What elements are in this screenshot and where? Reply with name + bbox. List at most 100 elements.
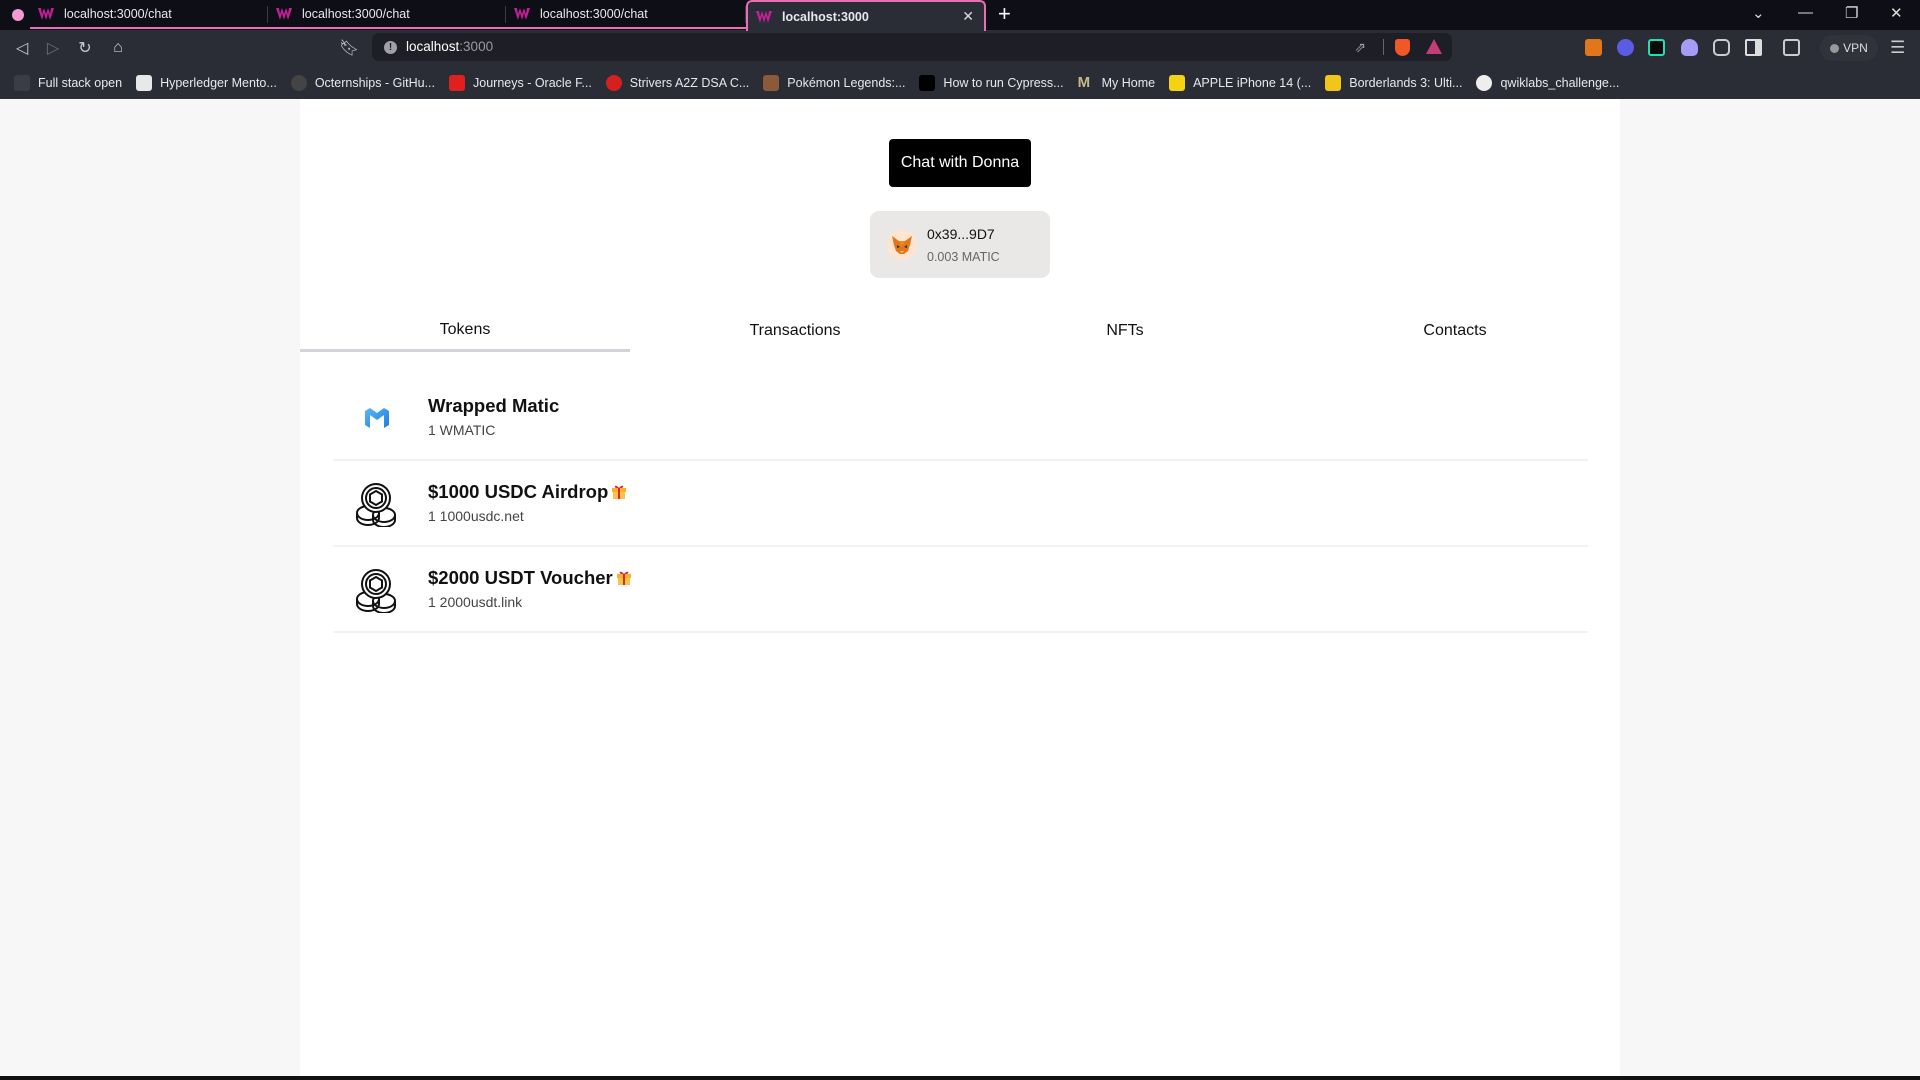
tab-search-chevron-icon[interactable]: ⌄ xyxy=(1752,4,1765,22)
bookmark-label: Journeys - Oracle F... xyxy=(473,75,592,90)
gift-icon xyxy=(616,568,632,585)
bookmark-item[interactable]: Pokémon Legends:... xyxy=(763,74,906,91)
tab-title: localhost:3000/chat xyxy=(64,6,172,21)
tab-title: localhost:3000/chat xyxy=(540,6,648,21)
menu-hamburger-icon[interactable]: ☰ xyxy=(1890,38,1905,58)
site-favicon-icon xyxy=(514,7,530,20)
token-row[interactable]: $2000 USDT Voucher 1 2000usdt.link xyxy=(333,547,1588,633)
divider xyxy=(1383,39,1384,55)
brave-rewards-icon[interactable] xyxy=(1426,39,1442,54)
token-row[interactable]: $1000 USDC Airdrop 1 1000usdc.net xyxy=(333,461,1588,547)
bookmark-label: Strivers A2Z DSA C... xyxy=(629,75,750,90)
reload-icon[interactable]: ↻ xyxy=(75,38,95,58)
tab-strip: localhost:3000/chat localhost:3000/chat … xyxy=(0,0,1920,31)
url-host: localhost xyxy=(406,39,460,54)
token-name: $1000 USDC Airdrop xyxy=(428,481,627,503)
token-amount: 1 1000usdc.net xyxy=(428,508,524,524)
back-icon[interactable]: ◁ xyxy=(12,38,32,58)
vpn-button[interactable]: VPN xyxy=(1820,35,1878,61)
tab-contacts[interactable]: Contacts xyxy=(1290,310,1620,352)
close-tab-icon[interactable]: ✕ xyxy=(962,8,974,25)
tab-transactions[interactable]: Transactions xyxy=(630,310,960,352)
bookmark-item[interactable]: Full stack open xyxy=(14,74,123,91)
bookmark-item[interactable]: M My Home xyxy=(1077,73,1156,91)
address-bar[interactable]: ! localhost:3000 ⇗ xyxy=(372,33,1452,61)
github-icon xyxy=(290,74,307,91)
browser-tab[interactable]: localhost:3000/chat xyxy=(30,0,268,29)
hyperledger-icon xyxy=(136,74,153,91)
bookmark-item[interactable]: Strivers A2Z DSA C... xyxy=(605,74,750,91)
token-amount: 1 2000usdt.link xyxy=(428,594,523,610)
bookmark-icon[interactable]: 🔖︎ xyxy=(339,38,359,58)
extension-gear-icon[interactable] xyxy=(1617,39,1634,56)
bookmark-label: qwiklabs_challenge... xyxy=(1500,75,1620,90)
bookmark-item[interactable]: Borderlands 3: Ulti... xyxy=(1325,74,1463,91)
token-name-text: $1000 USDC Airdrop xyxy=(428,481,609,502)
chat-with-donna-button[interactable]: Chat with Donna xyxy=(889,139,1031,187)
wallet-balance: 0.003 MATIC xyxy=(927,250,1000,264)
bookmark-label: My Home xyxy=(1101,75,1156,90)
token-row[interactable]: Wrapped Matic 1 WMATIC xyxy=(333,375,1588,461)
pokemon-icon xyxy=(763,74,780,91)
wallet-card[interactable]: 0x39...9D7 0.003 MATIC xyxy=(870,211,1050,278)
bookmark-item[interactable]: Journeys - Oracle F... xyxy=(449,74,592,91)
blank-icon xyxy=(14,74,30,91)
minimize-icon[interactable]: — xyxy=(1798,4,1813,21)
bookmark-item[interactable]: Octernships - GitHu... xyxy=(290,74,435,91)
wallet-icon[interactable] xyxy=(1783,39,1800,56)
site-favicon-icon xyxy=(756,10,772,23)
site-info-icon[interactable]: ! xyxy=(384,41,397,54)
bookmark-label: Pokémon Legends:... xyxy=(787,75,906,90)
share-icon[interactable]: ⇗ xyxy=(1354,39,1366,56)
token-name: $2000 USDT Voucher xyxy=(428,567,632,589)
browser-tab-active[interactable]: localhost:3000 ✕ xyxy=(746,0,986,31)
coins-stack-icon xyxy=(353,480,401,528)
window-close-icon[interactable]: ✕ xyxy=(1890,4,1903,22)
taskbar-edge xyxy=(0,1076,1920,1080)
token-list: Wrapped Matic 1 WMATIC $1000 USDC Airdro… xyxy=(333,375,1588,633)
coins-stack-icon xyxy=(353,566,401,614)
borderlands-icon xyxy=(1325,74,1342,91)
vpn-label: VPN xyxy=(1843,41,1868,55)
bookmark-label: APPLE iPhone 14 (... xyxy=(1193,75,1312,90)
browser-tab[interactable]: localhost:3000/chat xyxy=(506,0,746,29)
wallet-address: 0x39...9D7 xyxy=(927,226,995,242)
new-tab-button[interactable]: + xyxy=(998,2,1011,26)
gift-icon xyxy=(611,482,627,499)
home-icon[interactable]: ⌂ xyxy=(108,38,128,58)
bookmark-item[interactable]: qwiklabs_challenge... xyxy=(1476,74,1620,91)
phantom-extension-icon[interactable] xyxy=(1681,39,1698,56)
metamask-extension-icon[interactable] xyxy=(1585,39,1602,56)
bookmark-item[interactable]: How to run Cypress... xyxy=(919,74,1064,91)
bookmark-label: Borderlands 3: Ulti... xyxy=(1349,75,1463,90)
url-text: localhost:3000 xyxy=(406,39,493,54)
profile-indicator-icon xyxy=(12,9,24,21)
token-name: Wrapped Matic xyxy=(428,395,560,416)
browser-tab[interactable]: localhost:3000/chat xyxy=(268,0,506,29)
github-icon xyxy=(1476,74,1493,91)
forward-icon[interactable]: ▷ xyxy=(43,38,63,58)
bookmark-label: Hyperledger Mento... xyxy=(160,75,277,90)
bookmark-item[interactable]: Hyperledger Mento... xyxy=(136,74,277,91)
extension-x-icon[interactable] xyxy=(1648,39,1665,56)
token-name-text: $2000 USDT Voucher xyxy=(428,567,613,588)
m-icon: M xyxy=(1077,73,1091,91)
site-favicon-icon xyxy=(276,7,292,20)
polygon-matic-icon xyxy=(353,394,401,442)
tab-tokens[interactable]: Tokens xyxy=(300,310,630,352)
url-port: :3000 xyxy=(459,39,494,54)
bookmark-label: Full stack open xyxy=(38,75,123,90)
brave-shields-icon[interactable] xyxy=(1395,39,1410,56)
metamask-fox-icon xyxy=(887,230,917,260)
token-amount: 1 WMATIC xyxy=(428,422,496,438)
tab-nfts[interactable]: NFTs xyxy=(960,310,1290,352)
tab-title: localhost:3000 xyxy=(782,9,869,24)
restore-icon[interactable]: ❐ xyxy=(1845,4,1858,22)
tuf-icon xyxy=(605,74,622,91)
site-favicon-icon xyxy=(38,7,54,20)
sidebar-toggle-icon[interactable] xyxy=(1745,39,1762,56)
bookmark-item[interactable]: APPLE iPhone 14 (... xyxy=(1169,74,1312,91)
vpn-status-icon xyxy=(1830,43,1840,53)
extensions-puzzle-icon[interactable] xyxy=(1713,39,1730,56)
medium-icon xyxy=(919,74,936,91)
